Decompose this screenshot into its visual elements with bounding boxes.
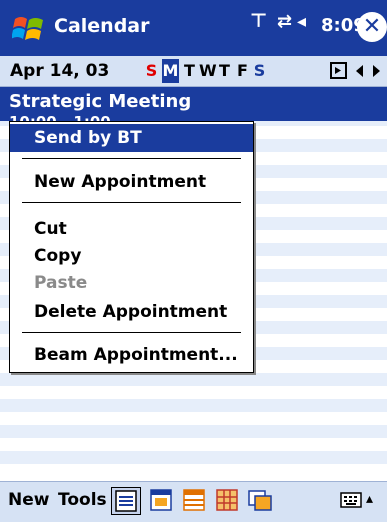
menu-bar: New Tools ▴ <box>0 481 387 522</box>
tools-menu-button[interactable]: Tools <box>58 490 107 510</box>
menu-item-label: Copy <box>34 246 82 266</box>
volume-icon[interactable]: ◂ <box>297 11 306 32</box>
appointment-time: 10:00 - 1:00 <box>9 113 111 121</box>
menu-item-beam-appointment[interactable]: Beam Appointment... <box>10 341 253 369</box>
date-bar: Apr 14, 03 S M T W T F S <box>0 56 387 87</box>
menu-item-paste: Paste <box>10 269 253 297</box>
current-date[interactable]: Apr 14, 03 <box>10 61 109 81</box>
week-view-icon[interactable] <box>180 487 208 513</box>
menu-separator <box>22 332 241 333</box>
day-sunday[interactable]: S <box>143 59 160 83</box>
appointment-strategic-meeting[interactable]: Strategic Meeting 10:00 - 1:00 <box>0 87 387 121</box>
day-saturday[interactable]: S <box>251 59 268 83</box>
menu-item-cut[interactable]: Cut <box>10 215 253 243</box>
menu-item-label: Send by BT <box>34 128 142 148</box>
close-button[interactable]: ✕ <box>357 12 387 42</box>
menu-item-label: Paste <box>34 273 88 293</box>
day-tuesday[interactable]: T <box>181 59 198 83</box>
start-menu-icon[interactable] <box>12 12 46 46</box>
antenna-icon[interactable]: ⊤ <box>250 10 267 32</box>
agenda-view-icon[interactable] <box>111 487 141 515</box>
day-wednesday[interactable]: W <box>199 59 217 83</box>
next-week-icon[interactable] <box>373 65 381 77</box>
day-view-icon[interactable] <box>147 487 175 513</box>
app-title[interactable]: Calendar <box>54 15 149 37</box>
year-view-icon[interactable] <box>246 487 274 513</box>
appointment-title: Strategic Meeting <box>9 91 192 112</box>
previous-week-icon[interactable] <box>356 65 364 77</box>
close-icon: ✕ <box>362 14 382 39</box>
menu-item-label: Beam Appointment... <box>34 345 238 365</box>
menu-item-label: Delete Appointment <box>34 302 228 322</box>
connectivity-icon[interactable]: ⇄ <box>277 11 292 32</box>
day-friday[interactable]: F <box>234 59 251 83</box>
day-monday-selected[interactable]: M <box>162 59 179 83</box>
context-menu: Send by BT New Appointment Cut Copy Past… <box>9 121 254 373</box>
menu-item-label: Cut <box>34 219 67 239</box>
menu-item-copy[interactable]: Copy <box>10 242 253 270</box>
menu-separator <box>22 202 241 203</box>
menu-item-new-appointment[interactable]: New Appointment <box>10 168 253 196</box>
title-bar: Calendar ⊤ ⇄ ◂ 8:09 ✕ <box>0 0 387 56</box>
keyboard-icon[interactable] <box>340 492 362 508</box>
menu-item-delete-appointment[interactable]: Delete Appointment <box>10 298 253 326</box>
menu-item-send-by-bt[interactable]: Send by BT <box>10 124 253 152</box>
input-panel-arrow-icon[interactable]: ▴ <box>366 491 373 507</box>
day-thursday[interactable]: T <box>216 59 233 83</box>
menu-separator <box>22 158 241 159</box>
menu-item-label: New Appointment <box>34 172 207 192</box>
new-menu-button[interactable]: New <box>8 490 49 510</box>
month-view-icon[interactable] <box>213 487 241 513</box>
go-to-today-icon[interactable] <box>330 62 347 79</box>
